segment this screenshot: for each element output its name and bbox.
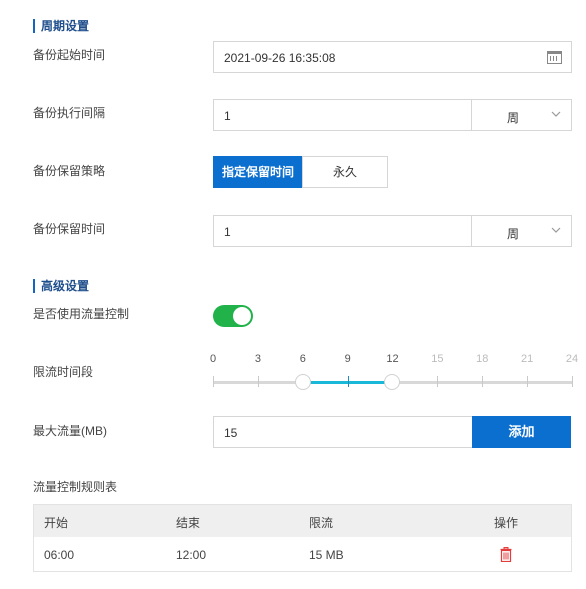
retention-time-unit-select[interactable]: 周 bbox=[471, 215, 572, 247]
rules-table-title: 流量控制规则表 bbox=[33, 480, 118, 494]
slider-tick-mark bbox=[213, 376, 214, 387]
section-title-advanced: 高级设置 bbox=[33, 279, 89, 293]
calendar-icon[interactable] bbox=[547, 51, 562, 64]
slider-tick-mark bbox=[258, 376, 259, 387]
slider-tick-label: 9 bbox=[344, 353, 351, 365]
slider-tick-mark bbox=[437, 376, 438, 387]
slider-tick-label: 18 bbox=[476, 353, 489, 365]
slider-handle-start[interactable] bbox=[295, 374, 311, 390]
toggle-knob bbox=[233, 307, 251, 325]
backup-interval-unit: 周 bbox=[507, 111, 520, 125]
table-header: 开始 结束 限流 操作 bbox=[34, 505, 571, 537]
slider-tick-label: 6 bbox=[299, 353, 306, 365]
chevron-down-icon bbox=[551, 111, 561, 117]
add-button[interactable]: 添加 bbox=[472, 416, 571, 448]
flow-control-toggle[interactable] bbox=[213, 305, 253, 327]
slider-handle-end[interactable] bbox=[384, 374, 400, 390]
max-flow-label: 最大流量(MB) bbox=[33, 424, 107, 438]
slider-tick-label: 0 bbox=[209, 353, 217, 365]
header-limit: 限流 bbox=[309, 516, 334, 530]
backup-start-field[interactable]: 2021-09-26 16:35:08 bbox=[213, 41, 572, 73]
retention-time-input[interactable]: 1 bbox=[213, 215, 472, 247]
flow-control-label: 是否使用流量控制 bbox=[33, 307, 130, 321]
max-flow-value: 15 bbox=[224, 426, 238, 440]
backup-interval-value: 1 bbox=[224, 109, 231, 123]
slider-tick-label: 21 bbox=[521, 353, 534, 365]
slider-tick-label: 15 bbox=[431, 353, 444, 365]
cell-start: 06:00 bbox=[44, 548, 75, 562]
trash-icon[interactable] bbox=[500, 547, 512, 562]
rules-table: 开始 结束 限流 操作 06:00 12:00 15 MB bbox=[33, 504, 572, 572]
header-action: 操作 bbox=[494, 516, 519, 530]
backup-start-label: 备份起始时间 bbox=[33, 48, 106, 62]
slider-tick-mark bbox=[348, 376, 349, 387]
section-title-cycle: 周期设置 bbox=[33, 19, 89, 33]
retention-option-specified[interactable]: 指定保留时间 bbox=[213, 156, 303, 188]
slider-tick-label: 12 bbox=[386, 353, 399, 365]
backup-start-value: 2021-09-26 16:35:08 bbox=[224, 51, 336, 65]
retention-option-forever[interactable]: 永久 bbox=[302, 156, 388, 188]
cell-limit: 15 MB bbox=[309, 548, 344, 562]
backup-interval-label: 备份执行间隔 bbox=[33, 106, 106, 120]
chevron-down-icon bbox=[551, 227, 561, 233]
retention-time-label: 备份保留时间 bbox=[33, 222, 106, 236]
backup-interval-input[interactable]: 1 bbox=[213, 99, 472, 131]
backup-interval-unit-select[interactable]: 周 bbox=[471, 99, 572, 131]
retention-time-unit: 周 bbox=[507, 227, 520, 241]
max-flow-input[interactable]: 15 bbox=[213, 416, 473, 448]
header-end: 结束 bbox=[176, 516, 201, 530]
slider-tick-mark bbox=[572, 376, 573, 387]
header-start: 开始 bbox=[44, 516, 69, 530]
cell-end: 12:00 bbox=[176, 548, 207, 562]
retention-policy-label: 备份保留策略 bbox=[33, 164, 106, 178]
retention-time-value: 1 bbox=[224, 225, 231, 239]
slider-tick-mark bbox=[482, 376, 483, 387]
limit-period-label: 限流时间段 bbox=[33, 365, 94, 379]
slider-tick-label: 3 bbox=[254, 353, 261, 365]
slider-tick-mark bbox=[527, 376, 528, 387]
slider-tick-label: 24 bbox=[565, 353, 579, 365]
